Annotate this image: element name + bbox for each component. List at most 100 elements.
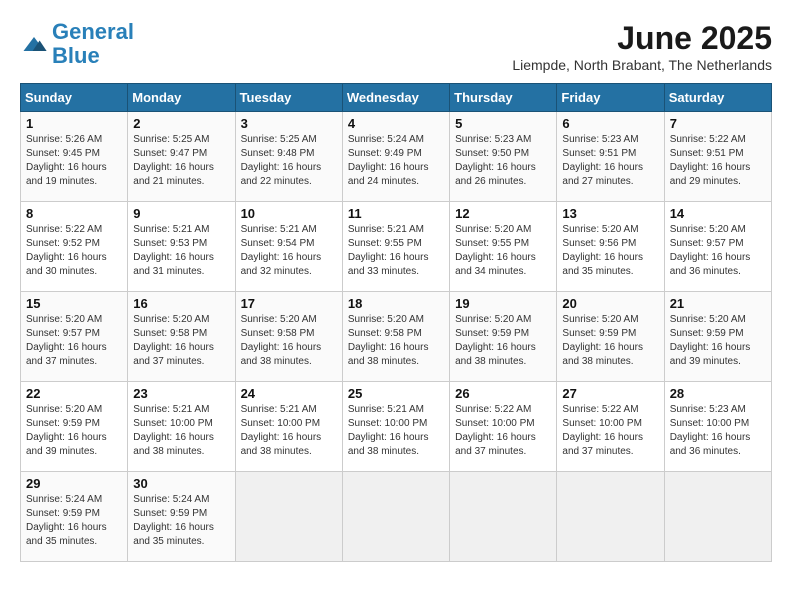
day-info: Sunrise: 5:20 AM Sunset: 9:59 PM Dayligh… xyxy=(670,313,766,369)
col-header-thursday: Thursday xyxy=(450,84,557,112)
day-number: 25 xyxy=(348,386,444,401)
day-info: Sunrise: 5:23 AM Sunset: 10:00 PM Daylig… xyxy=(670,403,766,459)
day-cell: 27 Sunrise: 5:22 AM Sunset: 10:00 PM Dayl… xyxy=(557,382,664,472)
day-info: Sunrise: 5:22 AM Sunset: 9:52 PM Dayligh… xyxy=(26,223,122,279)
day-number: 19 xyxy=(455,296,551,311)
day-number: 30 xyxy=(133,476,229,491)
day-cell: 18Sunrise: 5:20 AM Sunset: 9:58 PM Dayli… xyxy=(342,292,449,382)
day-info: Sunrise: 5:20 AM Sunset: 9:58 PM Dayligh… xyxy=(241,313,337,369)
day-cell: 6 Sunrise: 5:23 AM Sunset: 9:51 PM Daylig… xyxy=(557,112,664,202)
day-cell: 21 Sunrise: 5:20 AM Sunset: 9:59 PM Dayli… xyxy=(664,292,771,382)
day-number: 5 xyxy=(455,116,551,131)
day-cell: 26 Sunrise: 5:22 AM Sunset: 10:00 PM Dayl… xyxy=(450,382,557,472)
day-number: 10 xyxy=(241,206,337,221)
day-cell: 19Sunrise: 5:20 AM Sunset: 9:59 PM Dayli… xyxy=(450,292,557,382)
calendar-body: 1Sunrise: 5:26 AM Sunset: 9:45 PM Daylig… xyxy=(21,112,772,562)
day-number: 3 xyxy=(241,116,337,131)
day-number: 17 xyxy=(241,296,337,311)
calendar-table: SundayMondayTuesdayWednesdayThursdayFrid… xyxy=(20,83,772,562)
day-number: 2 xyxy=(133,116,229,131)
day-number: 29 xyxy=(26,476,122,491)
week-row-5: 29 Sunrise: 5:24 AM Sunset: 9:59 PM Dayli… xyxy=(21,472,772,562)
logo-line1: General xyxy=(52,19,134,44)
day-number: 16 xyxy=(133,296,229,311)
week-row-4: 22 Sunrise: 5:20 AM Sunset: 9:59 PM Dayli… xyxy=(21,382,772,472)
day-info: Sunrise: 5:22 AM Sunset: 10:00 PM Daylig… xyxy=(455,403,551,459)
day-number: 15 xyxy=(26,296,122,311)
title-block: June 2025 Liempde, North Brabant, The Ne… xyxy=(512,20,772,73)
day-info: Sunrise: 5:23 AM Sunset: 9:50 PM Dayligh… xyxy=(455,133,551,189)
day-cell: 17 Sunrise: 5:20 AM Sunset: 9:58 PM Dayli… xyxy=(235,292,342,382)
day-info: Sunrise: 5:24 AM Sunset: 9:59 PM Dayligh… xyxy=(133,493,229,549)
day-cell xyxy=(557,472,664,562)
day-cell: 1Sunrise: 5:26 AM Sunset: 9:45 PM Daylig… xyxy=(21,112,128,202)
day-number: 1 xyxy=(26,116,122,131)
week-row-1: 1Sunrise: 5:26 AM Sunset: 9:45 PM Daylig… xyxy=(21,112,772,202)
day-number: 11 xyxy=(348,206,444,221)
logo-text: General Blue xyxy=(52,20,134,68)
page-header: General Blue June 2025 Liempde, North Br… xyxy=(20,20,772,73)
day-cell xyxy=(450,472,557,562)
day-info: Sunrise: 5:21 AM Sunset: 9:55 PM Dayligh… xyxy=(348,223,444,279)
day-cell: 8 Sunrise: 5:22 AM Sunset: 9:52 PM Daylig… xyxy=(21,202,128,292)
day-number: 14 xyxy=(670,206,766,221)
month-title: June 2025 xyxy=(512,20,772,57)
day-number: 22 xyxy=(26,386,122,401)
week-row-2: 8 Sunrise: 5:22 AM Sunset: 9:52 PM Daylig… xyxy=(21,202,772,292)
day-cell: 11 Sunrise: 5:21 AM Sunset: 9:55 PM Dayli… xyxy=(342,202,449,292)
day-cell: 29 Sunrise: 5:24 AM Sunset: 9:59 PM Dayli… xyxy=(21,472,128,562)
day-number: 24 xyxy=(241,386,337,401)
day-cell: 14 Sunrise: 5:20 AM Sunset: 9:57 PM Dayli… xyxy=(664,202,771,292)
day-cell: 7 Sunrise: 5:22 AM Sunset: 9:51 PM Daylig… xyxy=(664,112,771,202)
day-info: Sunrise: 5:21 AM Sunset: 10:00 PM Daylig… xyxy=(133,403,229,459)
day-info: Sunrise: 5:20 AM Sunset: 9:58 PM Dayligh… xyxy=(348,313,444,369)
day-number: 27 xyxy=(562,386,658,401)
day-info: Sunrise: 5:24 AM Sunset: 9:49 PM Dayligh… xyxy=(348,133,444,189)
day-cell: 2 Sunrise: 5:25 AM Sunset: 9:47 PM Daylig… xyxy=(128,112,235,202)
day-cell: 4 Sunrise: 5:24 AM Sunset: 9:49 PM Daylig… xyxy=(342,112,449,202)
day-number: 13 xyxy=(562,206,658,221)
day-info: Sunrise: 5:20 AM Sunset: 9:59 PM Dayligh… xyxy=(26,403,122,459)
day-cell: 16Sunrise: 5:20 AM Sunset: 9:58 PM Dayli… xyxy=(128,292,235,382)
col-header-tuesday: Tuesday xyxy=(235,84,342,112)
day-number: 8 xyxy=(26,206,122,221)
day-info: Sunrise: 5:21 AM Sunset: 9:54 PM Dayligh… xyxy=(241,223,337,279)
day-cell: 30 Sunrise: 5:24 AM Sunset: 9:59 PM Dayli… xyxy=(128,472,235,562)
day-info: Sunrise: 5:21 AM Sunset: 9:53 PM Dayligh… xyxy=(133,223,229,279)
logo-line2: Blue xyxy=(52,43,100,68)
day-number: 9 xyxy=(133,206,229,221)
col-header-saturday: Saturday xyxy=(664,84,771,112)
day-cell: 20Sunrise: 5:20 AM Sunset: 9:59 PM Dayli… xyxy=(557,292,664,382)
day-number: 6 xyxy=(562,116,658,131)
day-info: Sunrise: 5:21 AM Sunset: 10:00 PM Daylig… xyxy=(348,403,444,459)
day-cell: 22 Sunrise: 5:20 AM Sunset: 9:59 PM Dayli… xyxy=(21,382,128,472)
day-info: Sunrise: 5:23 AM Sunset: 9:51 PM Dayligh… xyxy=(562,133,658,189)
day-cell: 28 Sunrise: 5:23 AM Sunset: 10:00 PM Dayl… xyxy=(664,382,771,472)
day-info: Sunrise: 5:20 AM Sunset: 9:55 PM Dayligh… xyxy=(455,223,551,279)
day-info: Sunrise: 5:24 AM Sunset: 9:59 PM Dayligh… xyxy=(26,493,122,549)
day-number: 4 xyxy=(348,116,444,131)
day-info: Sunrise: 5:20 AM Sunset: 9:57 PM Dayligh… xyxy=(670,223,766,279)
day-number: 7 xyxy=(670,116,766,131)
day-info: Sunrise: 5:22 AM Sunset: 10:00 PM Daylig… xyxy=(562,403,658,459)
day-info: Sunrise: 5:25 AM Sunset: 9:47 PM Dayligh… xyxy=(133,133,229,189)
day-number: 21 xyxy=(670,296,766,311)
day-cell: 5 Sunrise: 5:23 AM Sunset: 9:50 PM Daylig… xyxy=(450,112,557,202)
day-cell xyxy=(235,472,342,562)
day-cell: 9 Sunrise: 5:21 AM Sunset: 9:53 PM Daylig… xyxy=(128,202,235,292)
day-number: 23 xyxy=(133,386,229,401)
day-cell xyxy=(342,472,449,562)
week-row-3: 15Sunrise: 5:20 AM Sunset: 9:57 PM Dayli… xyxy=(21,292,772,382)
day-info: Sunrise: 5:21 AM Sunset: 10:00 PM Daylig… xyxy=(241,403,337,459)
day-cell: 3Sunrise: 5:25 AM Sunset: 9:48 PM Daylig… xyxy=(235,112,342,202)
day-number: 28 xyxy=(670,386,766,401)
day-info: Sunrise: 5:22 AM Sunset: 9:51 PM Dayligh… xyxy=(670,133,766,189)
col-header-wednesday: Wednesday xyxy=(342,84,449,112)
day-cell: 10 Sunrise: 5:21 AM Sunset: 9:54 PM Dayli… xyxy=(235,202,342,292)
calendar-header: SundayMondayTuesdayWednesdayThursdayFrid… xyxy=(21,84,772,112)
col-header-friday: Friday xyxy=(557,84,664,112)
logo-icon xyxy=(20,30,48,58)
day-number: 26 xyxy=(455,386,551,401)
day-cell: 23 Sunrise: 5:21 AM Sunset: 10:00 PM Dayl… xyxy=(128,382,235,472)
day-cell: 15Sunrise: 5:20 AM Sunset: 9:57 PM Dayli… xyxy=(21,292,128,382)
